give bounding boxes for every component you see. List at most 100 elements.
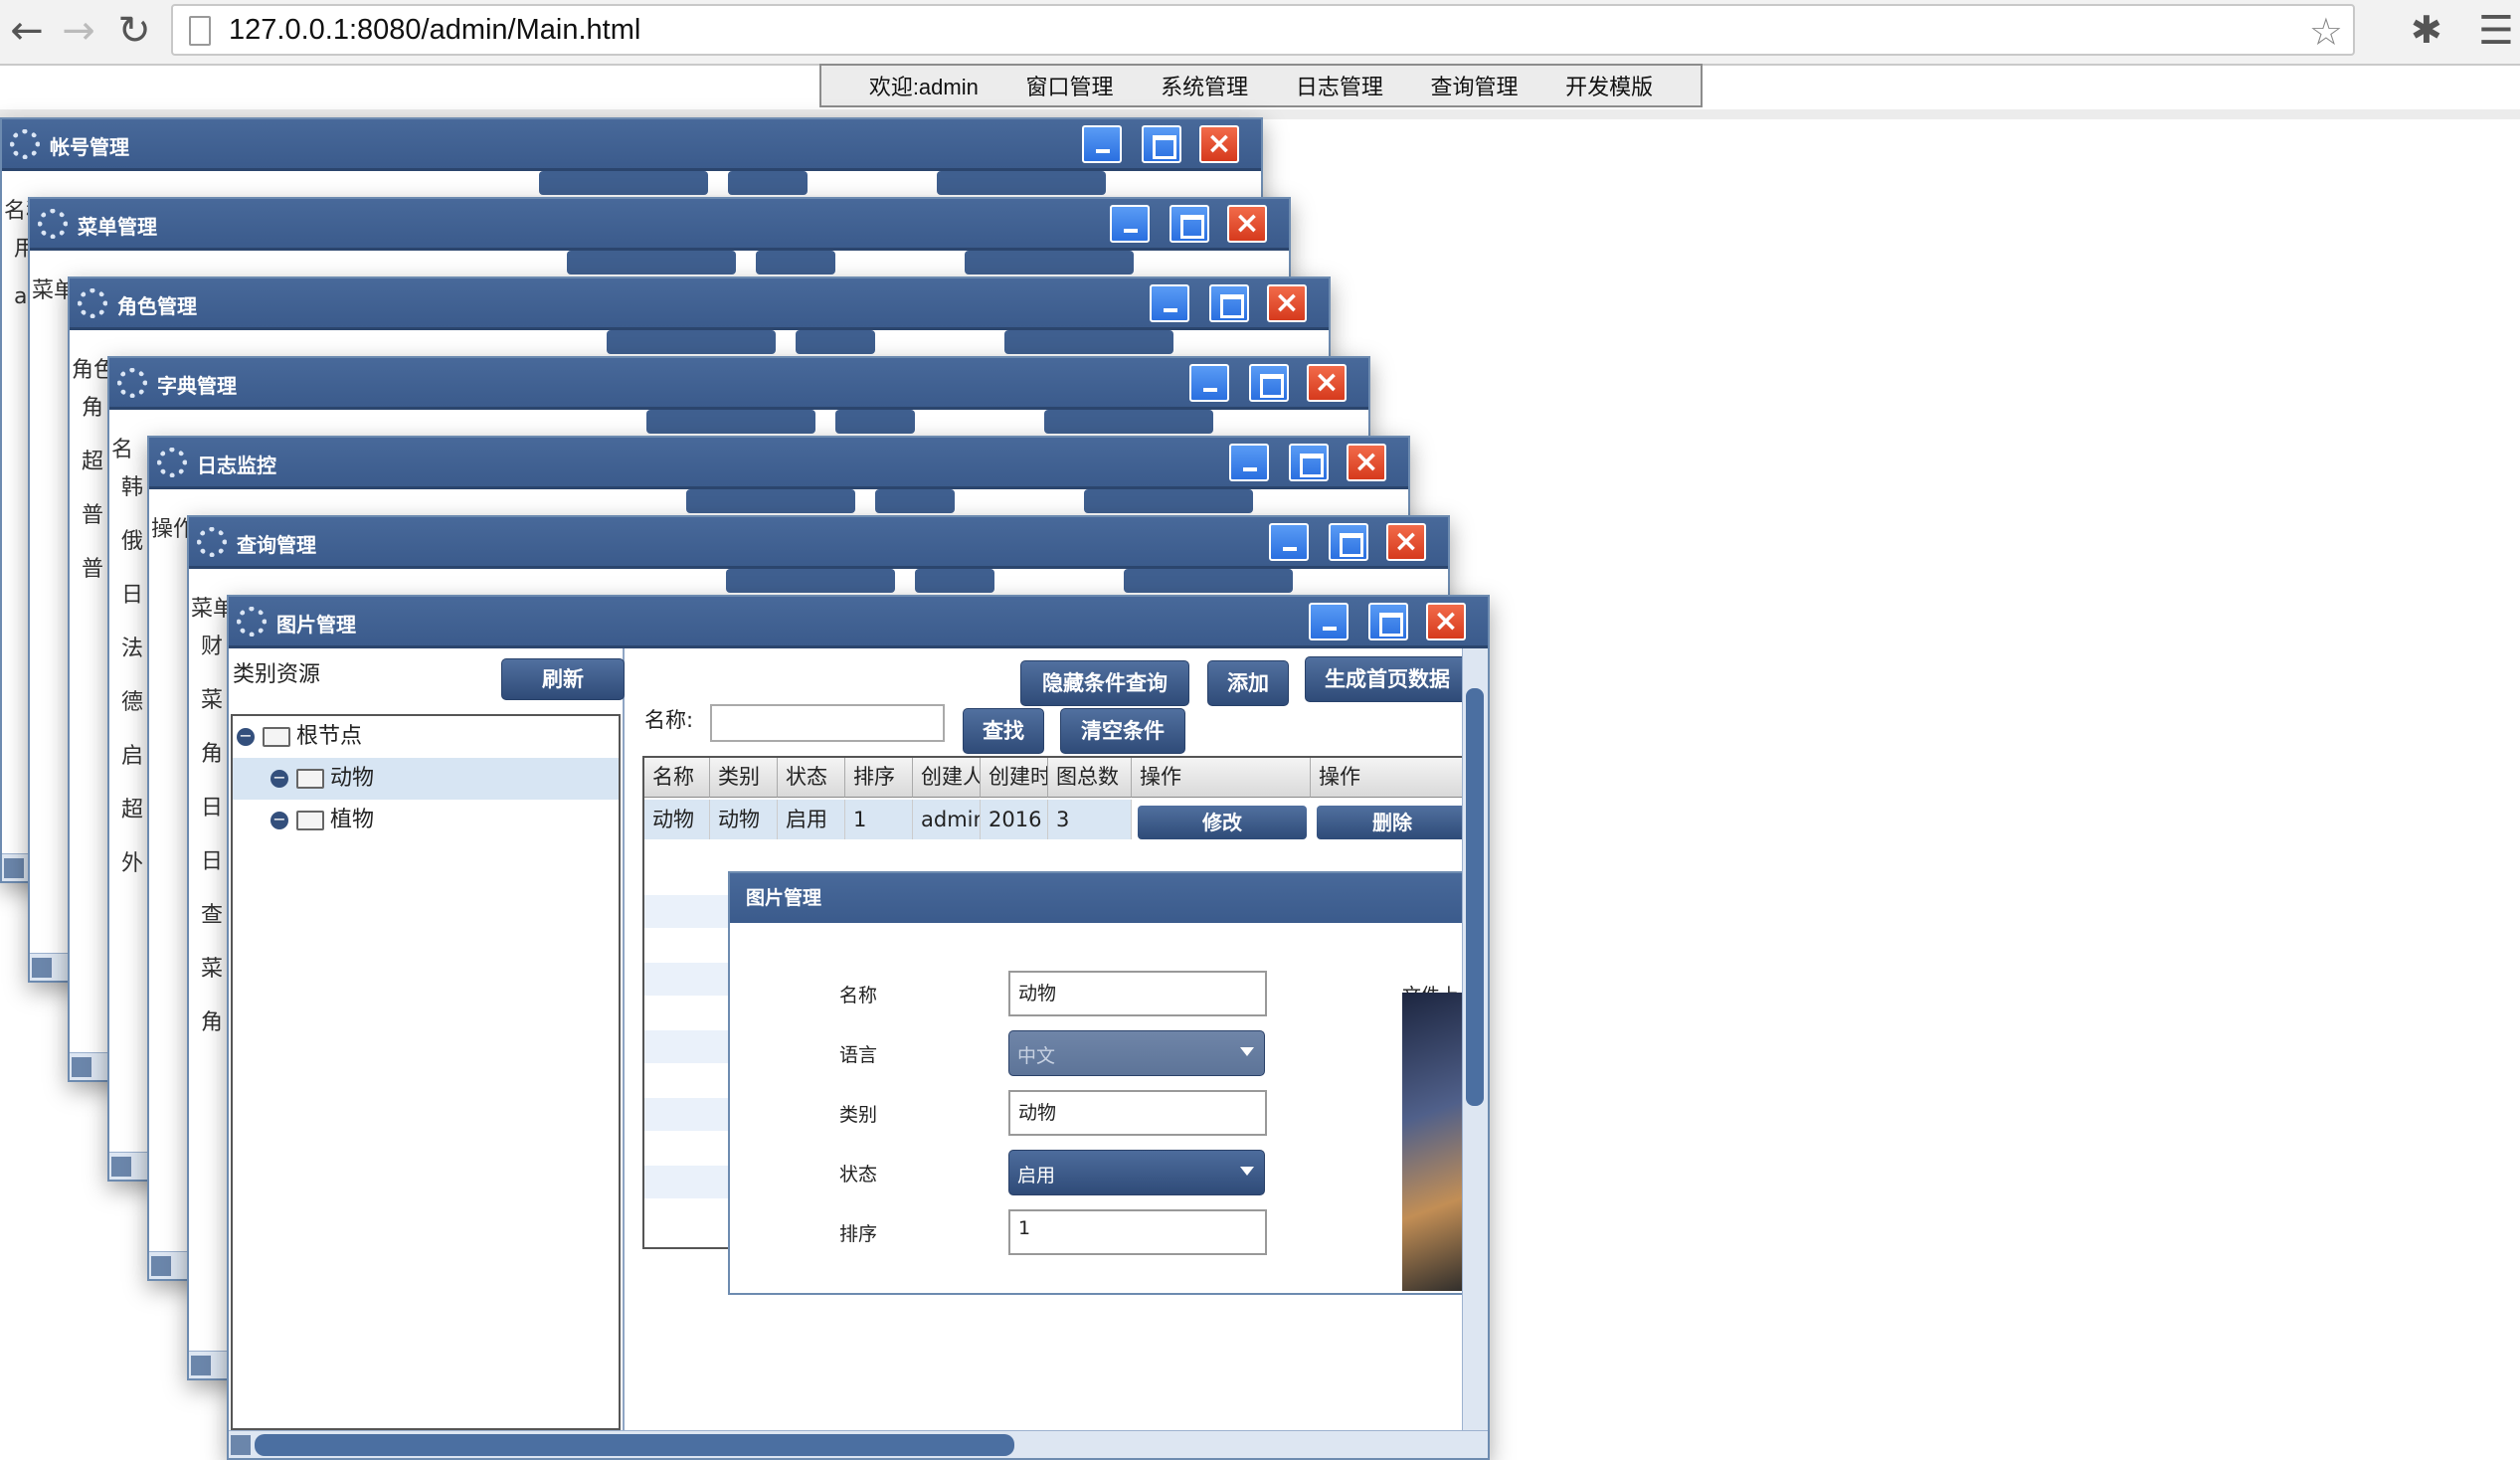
- status-select[interactable]: 启用: [1008, 1150, 1265, 1195]
- scroll-thumb[interactable]: [255, 1434, 1014, 1456]
- col-header-category[interactable]: 类别: [710, 758, 778, 798]
- toolbar-button[interactable]: [1124, 569, 1293, 593]
- toolbar-button[interactable]: [728, 171, 808, 195]
- name-field[interactable]: 动物: [1008, 971, 1267, 1016]
- edit-button[interactable]: 修改: [1138, 806, 1307, 839]
- clear-conditions-button[interactable]: 清空条件: [1060, 708, 1185, 754]
- address-bar[interactable]: 127.0.0.1:8080/admin/Main.html ☆: [171, 4, 2355, 56]
- category-field[interactable]: 动物: [1008, 1090, 1267, 1136]
- col-header-count[interactable]: 图总数: [1048, 758, 1132, 798]
- cell-name[interactable]: 动物: [644, 800, 710, 839]
- reload-icon[interactable]: ↻: [111, 8, 157, 54]
- toolbar-button[interactable]: [965, 251, 1134, 274]
- menu-query[interactable]: 查询管理: [1430, 70, 1518, 101]
- cell-creator[interactable]: admin: [913, 800, 981, 839]
- collapse-icon[interactable]: −: [270, 812, 288, 829]
- col-header-creator[interactable]: 创建人: [913, 758, 981, 798]
- collapse-icon[interactable]: −: [237, 728, 255, 746]
- toolbar-button[interactable]: [756, 251, 835, 274]
- maximize-button[interactable]: [1368, 603, 1408, 640]
- cell-status[interactable]: 启用: [778, 800, 845, 839]
- generate-home-data-button[interactable]: 生成首页数据: [1305, 656, 1470, 702]
- toolbar-button[interactable]: [686, 489, 855, 513]
- col-header-action-1[interactable]: 操作: [1132, 758, 1311, 798]
- toolbar-button[interactable]: [937, 171, 1106, 195]
- close-button[interactable]: ×: [1386, 523, 1426, 561]
- minimize-button[interactable]: [1189, 364, 1229, 402]
- toolbar-button[interactable]: [1004, 330, 1173, 354]
- maximize-button[interactable]: [1289, 444, 1329, 481]
- minimize-button[interactable]: [1309, 603, 1349, 640]
- toolbar-button[interactable]: [796, 330, 875, 354]
- window-titlebar[interactable]: 菜单管理 ×: [30, 199, 1289, 251]
- window-titlebar[interactable]: 字典管理 ×: [109, 358, 1368, 410]
- extensions-icon[interactable]: ✱: [2411, 8, 2442, 52]
- window-titlebar[interactable]: 角色管理 ×: [70, 278, 1329, 330]
- close-button[interactable]: ×: [1267, 284, 1307, 322]
- menu-dev-template[interactable]: 开发模版: [1565, 70, 1653, 101]
- back-icon[interactable]: ←: [4, 8, 50, 54]
- minimize-button[interactable]: [1269, 523, 1309, 561]
- col-header-action-2[interactable]: 操作: [1311, 758, 1470, 798]
- window-titlebar[interactable]: 查询管理 ×: [189, 517, 1448, 569]
- toolbar-button[interactable]: [1044, 410, 1213, 434]
- cell-order[interactable]: 1: [845, 800, 913, 839]
- minimize-button[interactable]: [1110, 205, 1150, 243]
- window-titlebar[interactable]: 帐号管理 ×: [2, 119, 1261, 171]
- hide-query-button[interactable]: 隐藏条件查询: [1020, 660, 1189, 706]
- forward-icon[interactable]: →: [56, 8, 101, 54]
- horizontal-scrollbar[interactable]: [229, 1430, 1488, 1458]
- toolbar-button[interactable]: [726, 569, 895, 593]
- toolbar-button[interactable]: [567, 251, 736, 274]
- scroll-left-arrow[interactable]: [72, 1057, 91, 1077]
- col-header-created[interactable]: 创建时间: [981, 758, 1048, 798]
- window-titlebar[interactable]: 图片管理 ×: [229, 597, 1488, 648]
- add-button[interactable]: 添加: [1207, 660, 1289, 706]
- close-button[interactable]: ×: [1227, 205, 1267, 243]
- minimize-button[interactable]: [1082, 125, 1122, 163]
- toolbar-button[interactable]: [915, 569, 994, 593]
- menu-log[interactable]: 日志管理: [1296, 70, 1383, 101]
- scroll-thumb[interactable]: [1466, 688, 1484, 1106]
- toolbar-button[interactable]: [1084, 489, 1253, 513]
- col-header-name[interactable]: 名称: [644, 758, 710, 798]
- scroll-left-arrow[interactable]: [231, 1435, 251, 1455]
- cell-created[interactable]: 2016: [981, 800, 1048, 839]
- image-edit-dialog[interactable]: 图片管理 名称 动物 语言 中文 类别 动物 状态 启用 排序 1 文件上: [728, 871, 1474, 1295]
- scroll-left-arrow[interactable]: [4, 858, 24, 878]
- search-button[interactable]: 查找: [963, 708, 1044, 754]
- cell-category[interactable]: 动物: [710, 800, 778, 839]
- vertical-scrollbar[interactable]: [1462, 648, 1488, 1430]
- close-button[interactable]: ×: [1199, 125, 1239, 163]
- col-header-status[interactable]: 状态: [778, 758, 845, 798]
- scroll-left-arrow[interactable]: [111, 1157, 131, 1177]
- menu-window[interactable]: 窗口管理: [1026, 70, 1114, 101]
- maximize-button[interactable]: [1170, 205, 1209, 243]
- dialog-title[interactable]: 图片管理: [730, 873, 1472, 923]
- cell-count[interactable]: 3: [1048, 800, 1132, 839]
- minimize-button[interactable]: [1229, 444, 1269, 481]
- scroll-left-arrow[interactable]: [191, 1356, 211, 1375]
- minimize-button[interactable]: [1150, 284, 1189, 322]
- toolbar-button[interactable]: [539, 171, 708, 195]
- toolbar-button[interactable]: [875, 489, 955, 513]
- toolbar-button[interactable]: [607, 330, 776, 354]
- name-search-input[interactable]: [710, 704, 945, 742]
- maximize-button[interactable]: [1249, 364, 1289, 402]
- collapse-icon[interactable]: −: [270, 770, 288, 788]
- window-image-management[interactable]: 图片管理 × 类别资源 刷新 − 根节点 − 动物 − 植物 隐藏条件查询 添加 生成…: [227, 595, 1490, 1460]
- tree-node-plants[interactable]: − 植物: [233, 800, 619, 841]
- maximize-button[interactable]: [1209, 284, 1249, 322]
- toolbar-button[interactable]: [835, 410, 915, 434]
- close-button[interactable]: ×: [1307, 364, 1347, 402]
- browser-menu-icon[interactable]: ☰: [2478, 8, 2514, 54]
- close-button[interactable]: ×: [1347, 444, 1386, 481]
- delete-button[interactable]: 删除: [1317, 806, 1468, 839]
- maximize-button[interactable]: [1142, 125, 1181, 163]
- refresh-button[interactable]: 刷新: [501, 658, 625, 700]
- close-button[interactable]: ×: [1426, 603, 1466, 640]
- window-titlebar[interactable]: 日志监控 ×: [149, 438, 1408, 489]
- toolbar-button[interactable]: [646, 410, 815, 434]
- scroll-left-arrow[interactable]: [32, 958, 52, 978]
- col-header-order[interactable]: 排序: [845, 758, 913, 798]
